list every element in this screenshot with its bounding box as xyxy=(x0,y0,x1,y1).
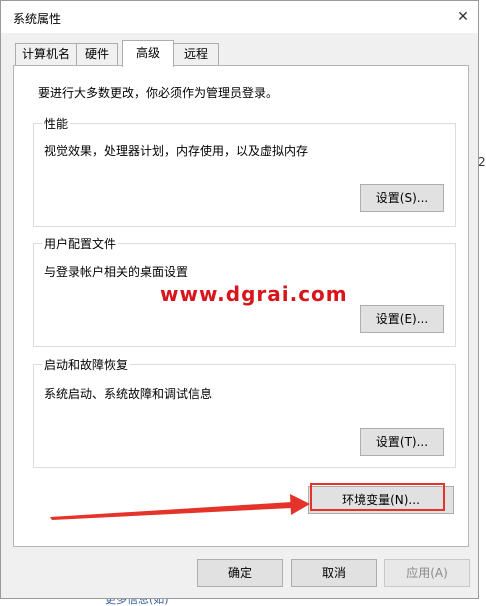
performance-title: 性能 xyxy=(42,115,71,132)
cancel-button[interactable]: 取消 xyxy=(291,559,377,587)
performance-group: 性能 视觉效果，处理器计划，内存使用，以及虚拟内存 设置(S)... xyxy=(33,115,456,227)
dialog-title: 系统属性 xyxy=(13,12,62,26)
environment-variables-button[interactable]: 环境变量(N)... xyxy=(308,486,454,514)
ok-button[interactable]: 确定 xyxy=(197,559,283,587)
tab-hardware[interactable]: 硬件 xyxy=(76,43,118,65)
admin-notice: 要进行大多数更改，你必须作为管理员登录。 xyxy=(38,86,279,100)
user-profiles-settings-button[interactable]: 设置(E)... xyxy=(360,305,444,333)
apply-button[interactable]: 应用(A) xyxy=(384,559,470,587)
background-text: 2 xyxy=(478,155,486,169)
performance-description: 视觉效果，处理器计划，内存使用，以及虚拟内存 xyxy=(44,144,309,158)
close-icon[interactable]: ✕ xyxy=(451,7,475,27)
watermark-text: www.dgrai.com xyxy=(160,282,348,306)
startup-recovery-group: 启动和故障恢复 系统启动、系统故障和调试信息 设置(T)... xyxy=(33,356,456,468)
user-profiles-title: 用户配置文件 xyxy=(42,235,119,252)
tab-advanced[interactable]: 高级 xyxy=(122,40,174,67)
startup-recovery-settings-button[interactable]: 设置(T)... xyxy=(360,428,444,456)
title-bar: 系统属性 ✕ xyxy=(1,1,478,33)
user-profiles-description: 与登录帐户相关的桌面设置 xyxy=(44,265,189,279)
tab-remote[interactable]: 远程 xyxy=(173,43,219,65)
annotation-arrow-icon xyxy=(50,494,310,520)
advanced-tab-panel: 要进行大多数更改，你必须作为管理员登录。 性能 视觉效果，处理器计划，内存使用，… xyxy=(13,65,469,547)
startup-recovery-title: 启动和故障恢复 xyxy=(42,356,131,373)
tab-computer-name[interactable]: 计算机名 xyxy=(15,43,77,65)
startup-recovery-description: 系统启动、系统故障和调试信息 xyxy=(44,387,213,401)
performance-settings-button[interactable]: 设置(S)... xyxy=(360,184,444,212)
